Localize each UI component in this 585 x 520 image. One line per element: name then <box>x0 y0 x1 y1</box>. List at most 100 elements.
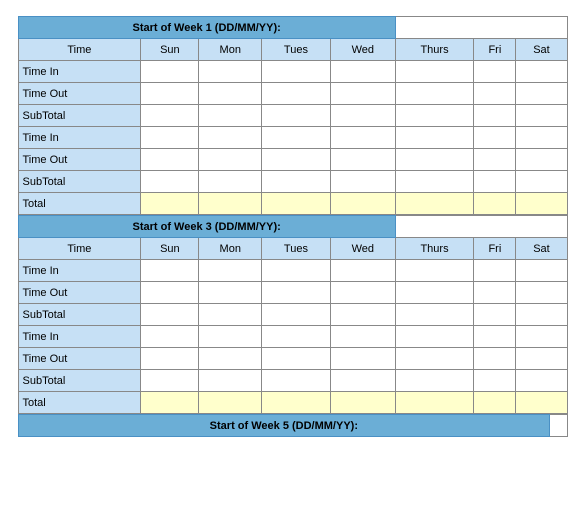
cell[interactable] <box>199 127 262 149</box>
cell[interactable] <box>516 83 567 105</box>
cell[interactable] <box>141 370 199 392</box>
cell[interactable] <box>395 326 473 348</box>
cell[interactable] <box>474 282 516 304</box>
cell[interactable] <box>516 105 567 127</box>
cell[interactable] <box>199 326 262 348</box>
cell-total[interactable] <box>330 392 395 414</box>
cell[interactable] <box>474 370 516 392</box>
cell[interactable] <box>262 326 331 348</box>
cell[interactable] <box>474 326 516 348</box>
cell[interactable] <box>199 348 262 370</box>
cell[interactable] <box>516 348 567 370</box>
cell[interactable] <box>516 260 567 282</box>
cell[interactable] <box>395 149 473 171</box>
cell[interactable] <box>262 127 331 149</box>
table-row: Time In <box>18 260 567 282</box>
cell[interactable] <box>199 83 262 105</box>
cell[interactable] <box>395 304 473 326</box>
cell-total[interactable] <box>474 392 516 414</box>
cell-total[interactable] <box>141 392 199 414</box>
cell[interactable] <box>141 127 199 149</box>
cell-total[interactable] <box>516 392 567 414</box>
cell[interactable] <box>199 171 262 193</box>
cell[interactable] <box>516 370 567 392</box>
cell[interactable] <box>199 61 262 83</box>
cell-total[interactable] <box>262 392 331 414</box>
cell[interactable] <box>474 127 516 149</box>
cell-total[interactable] <box>474 193 516 215</box>
cell[interactable] <box>330 83 395 105</box>
cell[interactable] <box>516 61 567 83</box>
cell[interactable] <box>262 61 331 83</box>
cell-total[interactable] <box>395 392 473 414</box>
cell[interactable] <box>516 282 567 304</box>
cell[interactable] <box>330 326 395 348</box>
cell[interactable] <box>141 149 199 171</box>
cell[interactable] <box>474 171 516 193</box>
cell[interactable] <box>262 282 331 304</box>
cell[interactable] <box>141 105 199 127</box>
cell[interactable] <box>141 171 199 193</box>
cell[interactable] <box>395 260 473 282</box>
cell-total[interactable] <box>262 193 331 215</box>
cell[interactable] <box>395 127 473 149</box>
cell[interactable] <box>262 370 331 392</box>
cell[interactable] <box>141 282 199 304</box>
cell[interactable] <box>330 282 395 304</box>
cell[interactable] <box>330 260 395 282</box>
cell-total[interactable] <box>330 193 395 215</box>
cell[interactable] <box>199 370 262 392</box>
cell[interactable] <box>516 127 567 149</box>
cell[interactable] <box>395 61 473 83</box>
cell[interactable] <box>395 105 473 127</box>
cell[interactable] <box>330 105 395 127</box>
cell-total[interactable] <box>516 193 567 215</box>
cell[interactable] <box>141 348 199 370</box>
cell[interactable] <box>395 171 473 193</box>
cell[interactable] <box>474 149 516 171</box>
cell[interactable] <box>474 105 516 127</box>
cell[interactable] <box>330 171 395 193</box>
cell[interactable] <box>474 61 516 83</box>
w3-timein2-label: Time In <box>18 326 141 348</box>
cell[interactable] <box>262 348 331 370</box>
cell[interactable] <box>395 370 473 392</box>
cell[interactable] <box>199 105 262 127</box>
cell[interactable] <box>199 260 262 282</box>
cell[interactable] <box>330 61 395 83</box>
cell[interactable] <box>262 171 331 193</box>
cell[interactable] <box>199 304 262 326</box>
cell[interactable] <box>262 149 331 171</box>
cell[interactable] <box>330 348 395 370</box>
cell[interactable] <box>141 304 199 326</box>
cell[interactable] <box>262 105 331 127</box>
cell-total[interactable] <box>141 193 199 215</box>
cell-total[interactable] <box>199 193 262 215</box>
cell-total[interactable] <box>199 392 262 414</box>
cell[interactable] <box>141 83 199 105</box>
cell[interactable] <box>516 326 567 348</box>
cell[interactable] <box>141 61 199 83</box>
cell[interactable] <box>516 171 567 193</box>
cell[interactable] <box>262 304 331 326</box>
cell[interactable] <box>516 304 567 326</box>
cell[interactable] <box>262 83 331 105</box>
cell[interactable] <box>199 282 262 304</box>
cell[interactable] <box>141 260 199 282</box>
cell[interactable] <box>199 149 262 171</box>
cell[interactable] <box>474 348 516 370</box>
cell[interactable] <box>262 260 331 282</box>
cell[interactable] <box>474 260 516 282</box>
cell[interactable] <box>474 304 516 326</box>
cell[interactable] <box>330 127 395 149</box>
cell[interactable] <box>395 83 473 105</box>
cell[interactable] <box>516 149 567 171</box>
cell[interactable] <box>141 326 199 348</box>
cell[interactable] <box>474 83 516 105</box>
cell[interactable] <box>330 370 395 392</box>
cell[interactable] <box>330 304 395 326</box>
cell[interactable] <box>330 149 395 171</box>
cell-total[interactable] <box>395 193 473 215</box>
cell[interactable] <box>395 282 473 304</box>
cell[interactable] <box>395 348 473 370</box>
